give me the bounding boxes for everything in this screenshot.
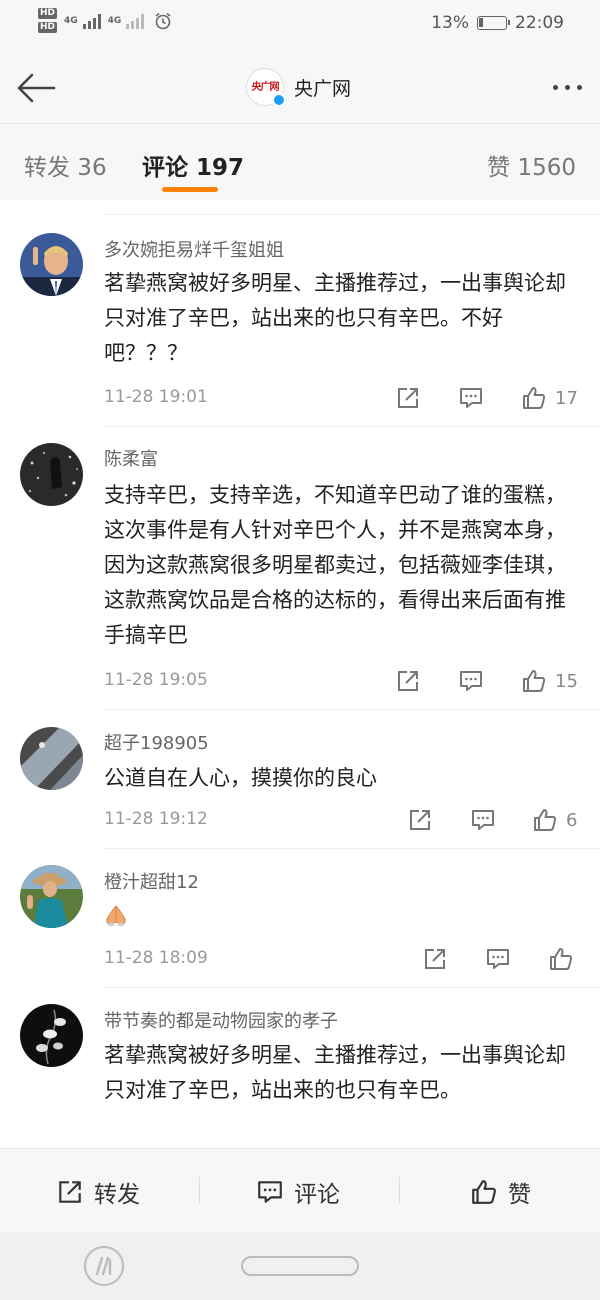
battery-icon bbox=[477, 16, 510, 30]
divider bbox=[399, 1177, 400, 1203]
network-type: 4G bbox=[107, 15, 122, 26]
tab-bar: 转发 36 评论 197 赞 1560 bbox=[0, 124, 600, 200]
thumbs-up-icon bbox=[534, 809, 557, 831]
avatar[interactable] bbox=[20, 865, 83, 928]
avatar[interactable] bbox=[20, 727, 83, 790]
like-button[interactable]: 6 bbox=[532, 807, 577, 833]
divider bbox=[104, 848, 600, 849]
comment-time: 11-28 19:05 bbox=[104, 670, 208, 690]
share-icon[interactable] bbox=[407, 807, 433, 833]
alarm-icon bbox=[155, 12, 171, 29]
like-label: 赞 bbox=[508, 1182, 531, 1208]
network-type: 4G bbox=[64, 15, 78, 26]
avatar[interactable] bbox=[20, 233, 83, 296]
comment-icon[interactable] bbox=[485, 946, 511, 972]
repost-label: 转发 bbox=[94, 1182, 140, 1208]
like-button[interactable]: 15 bbox=[521, 668, 578, 694]
status-bar: HD HD 4G 4G 13% 22:09 bbox=[0, 0, 600, 52]
page-title: 央广网 bbox=[294, 77, 352, 100]
like-count: 6 bbox=[566, 809, 578, 831]
comment-button[interactable]: 评论 bbox=[256, 1175, 340, 1209]
share-icon[interactable] bbox=[395, 385, 421, 411]
comment-icon[interactable] bbox=[458, 668, 484, 694]
app-header: 央广网 央广网 bbox=[0, 52, 600, 124]
divider bbox=[104, 426, 600, 427]
clock: 22:09 bbox=[515, 13, 564, 33]
comment-meta: 11-28 18:09 bbox=[104, 946, 600, 976]
hd-indicators: HD HD bbox=[38, 8, 58, 33]
like-count: 15 bbox=[555, 670, 578, 692]
system-nav-bar bbox=[0, 1232, 600, 1300]
comment-username[interactable]: 超子198905 bbox=[104, 729, 209, 755]
comment-text: 支持辛巴，支持辛选，不知道辛巴动了谁的蛋糕，这次事件是有人针对辛巴个人，并不是燕… bbox=[104, 483, 566, 647]
divider bbox=[104, 214, 600, 215]
comment-text: 茗挚燕窝被好多明星、主播推荐过，一出事舆论却只对准了辛巴，站出来的也只有辛巴。不… bbox=[104, 271, 566, 365]
thumbs-up-icon bbox=[523, 387, 546, 409]
comment-time: 11-28 19:01 bbox=[104, 387, 208, 407]
battery-percent: 13% bbox=[431, 13, 469, 33]
avatar[interactable] bbox=[20, 1004, 83, 1067]
tab-repost[interactable]: 转发 36 bbox=[24, 148, 107, 182]
comment-meta: 11-28 19:01 17 bbox=[104, 385, 600, 415]
comment-icon[interactable] bbox=[458, 385, 484, 411]
like-count: 17 bbox=[555, 387, 578, 409]
tab-likes[interactable]: 赞 1560 bbox=[487, 148, 576, 182]
repost-button[interactable]: 转发 bbox=[56, 1175, 140, 1209]
comment-username[interactable]: 陈柔富 bbox=[104, 445, 158, 471]
verified-badge-icon bbox=[272, 93, 286, 107]
comment-list[interactable]: 多次婉拒易烊千玺姐姐 茗挚燕窝被好多明星、主播推荐过，一出事舆论却只对准了辛巴，… bbox=[0, 200, 600, 1148]
comment-label: 评论 bbox=[294, 1182, 340, 1208]
signal-icon bbox=[126, 13, 145, 29]
thumbs-up-icon bbox=[472, 1180, 496, 1204]
signal-icon bbox=[82, 13, 101, 29]
comment-text: 公道自在人心，摸摸你的良心 bbox=[104, 766, 377, 790]
comment-icon bbox=[258, 1181, 282, 1203]
avatar[interactable] bbox=[20, 443, 83, 506]
thumbs-up-icon bbox=[523, 670, 546, 692]
share-icon[interactable] bbox=[395, 668, 421, 694]
tab-comments[interactable]: 评论 197 bbox=[142, 148, 244, 182]
status-left: HD HD 4G 4G bbox=[38, 8, 172, 33]
more-dots-icon[interactable] bbox=[553, 85, 582, 90]
share-icon[interactable] bbox=[422, 946, 448, 972]
divider bbox=[199, 1177, 200, 1203]
praying-hands-emoji bbox=[106, 905, 126, 926]
comment-meta: 11-28 19:05 15 bbox=[104, 668, 600, 698]
like-button[interactable]: 赞 bbox=[470, 1175, 531, 1209]
back-arrow-icon[interactable] bbox=[14, 70, 58, 106]
assistant-icon[interactable] bbox=[84, 1246, 124, 1286]
hd-badge: HD bbox=[38, 22, 58, 33]
thumbs-up-icon[interactable] bbox=[548, 946, 574, 972]
divider bbox=[104, 709, 600, 710]
comment-text: 茗挚燕窝被好多明星、主播推荐过，一出事舆论却只对准了辛巴，站出来的也只有辛巴。 bbox=[104, 1043, 566, 1102]
bottom-action-bar: 转发 评论 赞 bbox=[0, 1148, 600, 1232]
comment-time: 11-28 18:09 bbox=[104, 948, 208, 968]
logo-text: 央广网 bbox=[251, 81, 280, 93]
comment-meta: 11-28 19:12 6 bbox=[104, 807, 600, 837]
home-gesture-pill[interactable] bbox=[241, 1256, 359, 1276]
comment-username[interactable]: 带节奏的都是动物园家的孝子 bbox=[104, 1007, 338, 1033]
account-logo: 央广网 bbox=[246, 68, 286, 107]
comment-icon[interactable] bbox=[470, 807, 496, 833]
like-button[interactable]: 17 bbox=[521, 385, 578, 411]
account-info[interactable]: 央广网 央广网 bbox=[246, 68, 352, 107]
active-tab-indicator bbox=[162, 187, 218, 192]
divider bbox=[104, 987, 600, 988]
hd-badge: HD bbox=[38, 8, 58, 19]
status-right: 13% 22:09 bbox=[431, 13, 564, 33]
comment-username[interactable]: 橙汁超甜12 bbox=[104, 868, 199, 894]
comment-time: 11-28 19:12 bbox=[104, 809, 208, 829]
comment-username[interactable]: 多次婉拒易烊千玺姐姐 bbox=[104, 236, 284, 262]
share-icon bbox=[59, 1181, 81, 1203]
